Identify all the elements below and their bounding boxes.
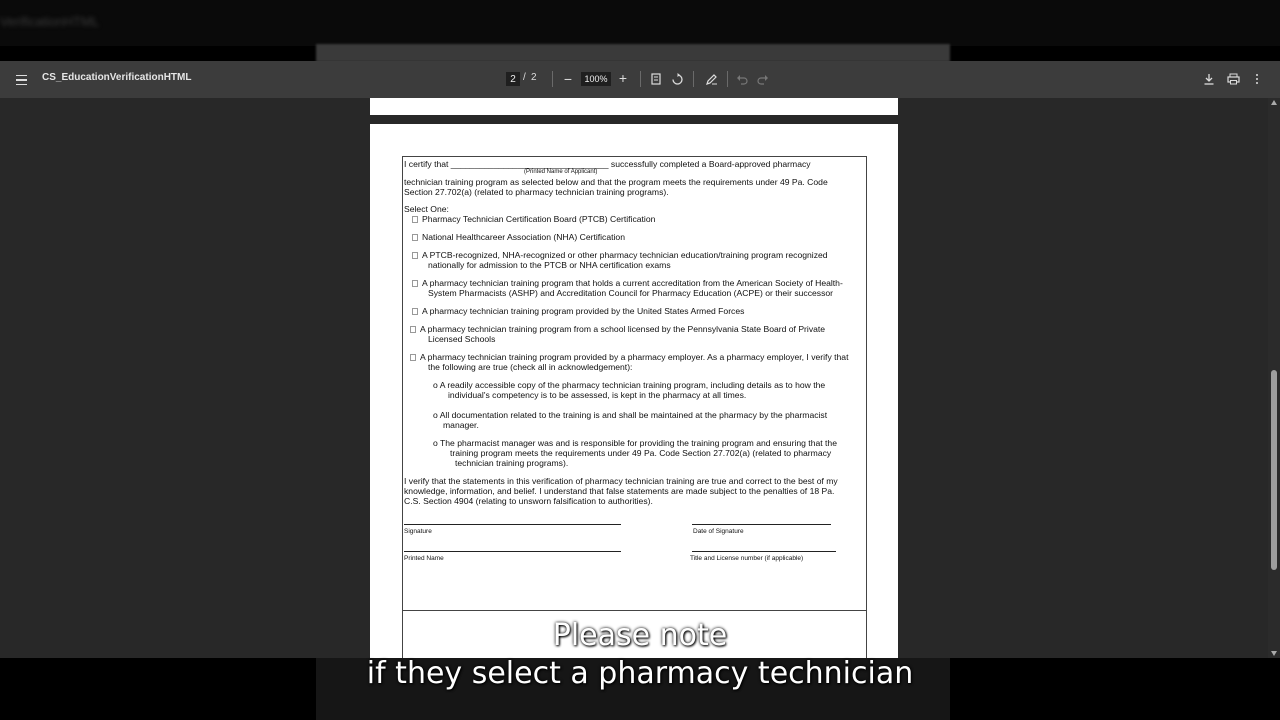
pdf-viewer: CS_EducationVerificationHTML 2 / 2 − 100… [0, 61, 1280, 658]
zoom-level-input[interactable]: 100% [581, 72, 611, 86]
option-label: A PTCB-recognized, NHA-recognized or oth… [422, 250, 828, 260]
checkbox[interactable] [410, 326, 416, 333]
option-armed-forces[interactable]: A pharmacy technician training program p… [412, 306, 744, 316]
date-label: Date of Signature [693, 528, 744, 535]
option-ashp-accredited-cont: System Pharmacists (ASHP) and Accreditat… [428, 288, 834, 298]
rotate-button[interactable] [670, 72, 684, 86]
toolbar-divider [640, 71, 641, 87]
option-label: A pharmacy technician training program f… [420, 324, 826, 334]
option-label: A pharmacy technician training program t… [422, 278, 843, 288]
printed-name-caption: (Printed Name of Applicant) [524, 169, 598, 175]
title-license-line[interactable] [692, 551, 836, 552]
annotate-button[interactable] [704, 72, 718, 86]
verify-line-1: I verify that the statements in this ver… [404, 476, 838, 486]
signature-line[interactable] [404, 524, 621, 525]
verification-form-box: I certify that _________________________… [402, 156, 867, 611]
undo-icon [737, 75, 748, 85]
page-total: 2 [531, 72, 537, 83]
checkbox[interactable] [412, 234, 418, 241]
fit-page-icon [651, 73, 661, 85]
ack-item-1-cont: individual's competency is to be assesse… [448, 390, 747, 400]
download-icon [1204, 74, 1214, 85]
caption-line-2: if they select a pharmacy technician [366, 656, 914, 691]
page-separator: / [523, 72, 526, 83]
verify-line-3: C.S. Section 4904 (relating to unsworn f… [404, 496, 653, 506]
certify-line-3: Section 27.702(a) (related to pharmacy t… [404, 187, 669, 197]
pdf-page-2: I certify that _________________________… [370, 124, 898, 658]
redo-icon [757, 75, 768, 85]
option-licensed-school-cont: Licensed Schools [428, 334, 496, 344]
title-license-label: Title and License number (if applicable) [690, 555, 804, 562]
select-one-label: Select One: [404, 204, 449, 214]
print-icon [1226, 73, 1240, 85]
option-label: A pharmacy technician training program p… [422, 306, 745, 316]
checkbox[interactable] [412, 280, 418, 287]
previous-page-bottom [370, 98, 898, 115]
ack-item-3-cont2: technician training programs). [455, 458, 569, 468]
option-label: A pharmacy technician training program p… [420, 352, 849, 362]
more-actions-button[interactable] [1251, 72, 1263, 86]
option-label: National Healthcareer Association (NHA) … [422, 232, 625, 242]
option-licensed-school[interactable]: A pharmacy technician training program f… [410, 324, 825, 334]
fit-page-button[interactable] [650, 72, 662, 86]
document-title: CS_EducationVerificationHTML [42, 72, 192, 83]
option-nha[interactable]: National Healthcareer Association (NHA) … [412, 232, 625, 242]
ack-item-1[interactable]: o A readily accessible copy of the pharm… [433, 380, 825, 390]
undo-button[interactable] [735, 72, 749, 86]
printed-name-line[interactable] [404, 551, 621, 552]
ack-item-3-cont: training program meets the requirements … [450, 448, 832, 458]
blurred-title: VerificationHTML [0, 14, 99, 29]
option-recognized-program[interactable]: A PTCB-recognized, NHA-recognized or oth… [412, 250, 828, 260]
option-label: Pharmacy Technician Certification Board … [422, 214, 656, 224]
checkbox[interactable] [412, 308, 418, 315]
verify-line-2: knowledge, information, and belief. I un… [404, 486, 835, 496]
download-button[interactable] [1202, 72, 1216, 86]
blurred-strip [316, 44, 950, 62]
scroll-up-arrow-icon[interactable] [1271, 100, 1277, 105]
scroll-thumb[interactable] [1271, 370, 1277, 570]
print-button[interactable] [1226, 72, 1240, 86]
date-line[interactable] [692, 524, 831, 525]
zoom-in-button[interactable]: + [616, 69, 630, 87]
checkbox[interactable] [412, 252, 418, 259]
redo-button[interactable] [756, 72, 770, 86]
pen-icon [705, 73, 717, 85]
caption-line-1: Please note [552, 618, 728, 653]
ack-item-2[interactable]: o All documentation related to the train… [433, 410, 827, 420]
toolbar-divider [693, 71, 694, 87]
vertical-scrollbar[interactable] [1268, 98, 1280, 658]
option-ptcb[interactable]: Pharmacy Technician Certification Board … [412, 214, 655, 224]
menu-button[interactable] [11, 70, 31, 90]
toolbar-divider [552, 71, 553, 87]
menu-icon [15, 74, 27, 77]
toolbar-divider [727, 71, 728, 87]
option-pharmacy-employer[interactable]: A pharmacy technician training program p… [410, 352, 848, 362]
option-pharmacy-employer-cont: the following are true (check all in ack… [428, 362, 633, 372]
option-recognized-program-cont: nationally for admission to the PTCB or … [428, 260, 671, 270]
option-ashp-accredited[interactable]: A pharmacy technician training program t… [412, 278, 843, 288]
certify-line-1: I certify that _________________________… [404, 159, 811, 169]
printed-name-label: Printed Name [404, 555, 444, 562]
signature-label: Signature [404, 528, 432, 535]
pdf-toolbar: CS_EducationVerificationHTML 2 / 2 − 100… [0, 61, 1280, 98]
page-number-input[interactable]: 2 [506, 72, 520, 86]
ack-item-2-cont: manager. [443, 420, 479, 430]
more-vert-icon [1256, 74, 1258, 76]
zoom-out-button[interactable]: − [561, 70, 575, 88]
blurred-top-bar: VerificationHTML [0, 0, 1280, 46]
checkbox[interactable] [410, 354, 416, 361]
ack-item-3[interactable]: o The pharmacist manager was and is resp… [433, 438, 837, 448]
checkbox[interactable] [412, 216, 418, 223]
certify-line-2: technician training program as selected … [404, 177, 828, 187]
rotate-icon [671, 72, 683, 85]
